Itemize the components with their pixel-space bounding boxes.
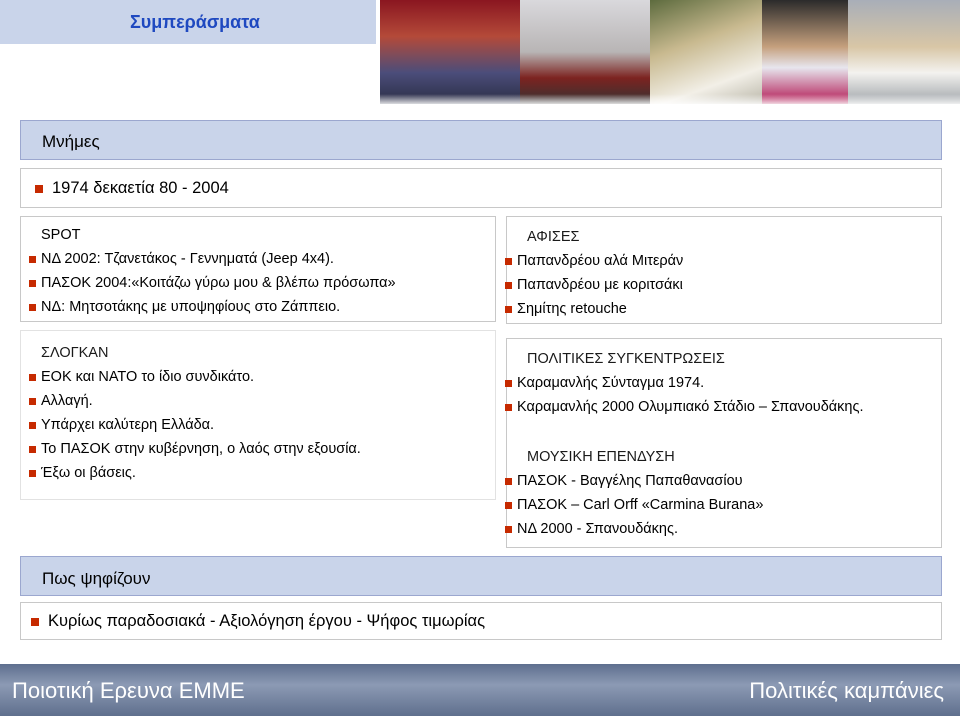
spot-item-text: ΠΑΣΟΚ 2004:«Κοιτάζω γύρω μου & βλέπω πρό… xyxy=(41,275,396,291)
title-bar: Συμπεράσματα xyxy=(0,0,376,44)
slogan-item-text: ΕΟΚ και ΝΑΤΟ το ίδιο συνδικάτο. xyxy=(41,369,255,385)
slogan-item: ΕΟΚ και ΝΑΤΟ το ίδιο συνδικάτο. xyxy=(29,369,254,385)
slogan-item: Αλλαγή. xyxy=(29,393,93,409)
rallies-music-box: ΠΟΛΙΤΙΚΕΣ ΣΥΓΚΕΝΤΡΩΣΕΙΣ Καραμανλής Σύντα… xyxy=(505,338,942,548)
footer-band: Ποιοτική Ερευνα ΕΜΜΕ Πολιτικές καμπάνιες xyxy=(0,664,960,716)
bullet-icon xyxy=(505,477,512,485)
voting-summary-box: Κυρίως παραδοσιακά - Αξιολόγηση έργου - … xyxy=(20,602,942,640)
bullet-icon xyxy=(505,501,512,509)
poster-item-text: Σημίτης retouche xyxy=(517,301,627,317)
footer-left-text: Ποιοτική Ερευνα ΕΜΜΕ xyxy=(12,678,245,703)
bullet-icon xyxy=(31,617,39,626)
rally-item: Καραμανλής 2000 Ολυμπιακό Στάδιο – Σπανο… xyxy=(505,399,864,415)
rally-item: Καραμανλής Σύνταγμα 1974. xyxy=(505,375,704,391)
posters-box: ΑΦΙΣΕΣ Παπανδρέου αλά Μιτεράν Παπανδρέου… xyxy=(505,216,942,324)
bullet-icon xyxy=(29,255,36,263)
slogan-item-text: Αλλαγή. xyxy=(41,393,93,409)
bullet-icon xyxy=(505,281,512,289)
poster-item: Σημίτης retouche xyxy=(505,301,627,317)
spot-item: ΝΔ: Μητσοτάκης με υποψηφίους στο Ζάππειο… xyxy=(29,299,340,315)
slogan-item: Έξω οι βάσεις. xyxy=(29,465,136,481)
slogan-item-text: Υπάρχει καλύτερη Ελλάδα. xyxy=(41,417,215,433)
photo-man-tie xyxy=(762,0,848,104)
poster-item-text: Παπανδρέου αλά Μιτεράν xyxy=(517,253,684,269)
photo-newspaper xyxy=(848,0,960,104)
rally-item-text: Καραμανλής 2000 Ολυμπιακό Στάδιο – Σπανο… xyxy=(517,399,864,415)
bullet-icon xyxy=(505,525,512,533)
bullet-icon xyxy=(29,469,36,477)
poster-item-text: Παπανδρέου με κοριτσάκι xyxy=(517,277,683,293)
voting-heading: Πως ψηφίζουν xyxy=(42,569,151,588)
spot-item-text: ΝΔ: Μητσοτάκης με υποψηφίους στο Ζάππειο… xyxy=(41,299,341,315)
memories-heading-band: Μνήμες xyxy=(20,120,942,160)
timeline-line: 1974 δεκαετία 80 - 2004 xyxy=(35,179,229,198)
bullet-icon xyxy=(505,257,512,265)
music-item: ΠΑΣΟΚ - Βαγγέλης Παπαθανασίου xyxy=(505,473,743,489)
slogans-box: ΣΛΟΓΚΑΝ ΕΟΚ και ΝΑΤΟ το ίδιο συνδικάτο. … xyxy=(20,330,496,500)
music-item: ΠΑΣΟΚ – Carl Orff «Carmina Burana» xyxy=(505,497,763,513)
music-item: ΝΔ 2000 - Σπανουδάκης. xyxy=(505,521,678,537)
slogan-item: Υπάρχει καλύτερη Ελλάδα. xyxy=(29,417,214,433)
bullet-icon xyxy=(29,303,36,311)
slogan-item-text: Έξω οι βάσεις. xyxy=(41,465,136,481)
bullet-icon xyxy=(505,379,512,387)
spot-box: SPOT ΝΔ 2002: Τζανετάκος - Γεννηματά (Je… xyxy=(20,216,496,322)
bullet-icon xyxy=(35,184,43,193)
footer-right-text: Πολιτικές καμπάνιες xyxy=(749,678,944,703)
bullet-icon xyxy=(29,279,36,287)
photo-crowd xyxy=(380,0,520,104)
voting-heading-band: Πως ψηφίζουν xyxy=(20,556,942,596)
spot-item-text: ΝΔ 2002: Τζανετάκος - Γεννηματά (Jeep 4x… xyxy=(41,251,334,267)
bullet-icon xyxy=(505,305,512,313)
rallies-heading: ΠΟΛΙΤΙΚΕΣ ΣΥΓΚΕΝΤΡΩΣΕΙΣ xyxy=(527,351,725,367)
photo-phone xyxy=(650,0,762,104)
bullet-icon xyxy=(29,445,36,453)
music-heading: ΜΟΥΣΙΚΗ ΕΠΕΝΔΥΣΗ xyxy=(527,449,675,465)
rally-item-text: Καραμανλής Σύνταγμα 1974. xyxy=(517,375,705,391)
bullet-icon xyxy=(29,397,36,405)
slogan-item: Το ΠΑΣΟΚ στην κυβέρνηση, ο λαός στην εξο… xyxy=(29,441,361,457)
photo-couch xyxy=(520,0,650,104)
slogan-item-text: Το ΠΑΣΟΚ στην κυβέρνηση, ο λαός στην εξο… xyxy=(41,441,361,457)
photo-fade xyxy=(380,94,960,106)
bullet-icon xyxy=(29,421,36,429)
photo-strip xyxy=(380,0,960,104)
spot-heading: SPOT xyxy=(41,227,81,243)
voting-summary-text: Κυρίως παραδοσιακά - Αξιολόγηση έργου - … xyxy=(48,612,486,630)
page-title: Συμπεράσματα xyxy=(130,12,260,32)
music-item-text: ΝΔ 2000 - Σπανουδάκης. xyxy=(517,521,679,537)
timeline-text: 1974 δεκαετία 80 - 2004 xyxy=(52,179,229,197)
timeline-box: 1974 δεκαετία 80 - 2004 xyxy=(20,168,942,208)
bullet-icon xyxy=(505,403,512,411)
bullet-icon xyxy=(29,373,36,381)
spot-item: ΝΔ 2002: Τζανετάκος - Γεννηματά (Jeep 4x… xyxy=(29,251,334,267)
voting-summary-line: Κυρίως παραδοσιακά - Αξιολόγηση έργου - … xyxy=(31,612,485,631)
spot-item: ΠΑΣΟΚ 2004:«Κοιτάζω γύρω μου & βλέπω πρό… xyxy=(29,275,396,291)
slogans-heading: ΣΛΟΓΚΑΝ xyxy=(41,345,109,361)
posters-heading: ΑΦΙΣΕΣ xyxy=(527,229,580,245)
poster-item: Παπανδρέου με κοριτσάκι xyxy=(505,277,683,293)
memories-heading: Μνήμες xyxy=(42,132,100,151)
music-item-text: ΠΑΣΟΚ - Βαγγέλης Παπαθανασίου xyxy=(517,473,743,489)
poster-item: Παπανδρέου αλά Μιτεράν xyxy=(505,253,683,269)
music-item-text: ΠΑΣΟΚ – Carl Orff «Carmina Burana» xyxy=(517,497,764,513)
